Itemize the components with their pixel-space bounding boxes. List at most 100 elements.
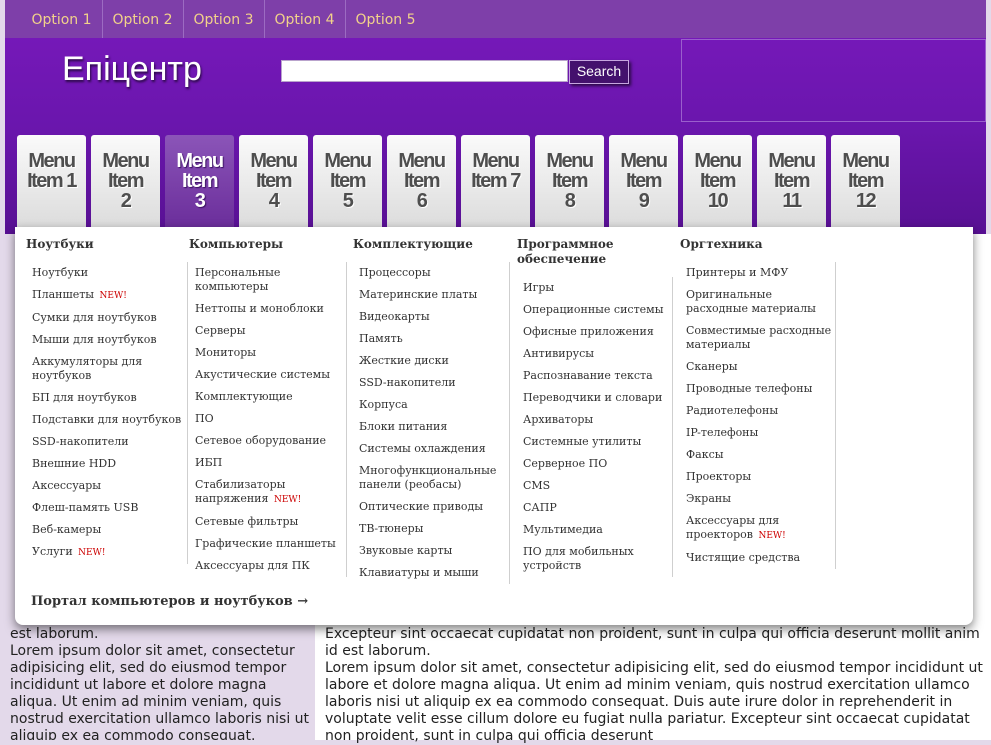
dropdown-item[interactable]: ПО: [195, 408, 346, 430]
dropdown-item[interactable]: Принтеры и МФУ: [686, 262, 835, 284]
top-option-2[interactable]: Option 2: [102, 0, 184, 38]
dropdown-item[interactable]: Экраны: [686, 488, 835, 510]
dropdown-item[interactable]: Звуковые карты: [359, 540, 509, 562]
dropdown-item[interactable]: Аккумуляторы для ноутбуков: [32, 351, 187, 387]
dropdown-item[interactable]: Стабилизаторы напряжения NEW!: [195, 474, 346, 511]
tab-menu-item-12[interactable]: Menu Item 12: [831, 135, 900, 227]
dropdown-item[interactable]: Проекторы: [686, 466, 835, 488]
dropdown-item-label: SSD-накопители: [359, 376, 456, 389]
dropdown-item[interactable]: Аксессуары для проекторов NEW!: [686, 510, 835, 547]
dropdown-item[interactable]: Внешние HDD: [32, 453, 187, 475]
dropdown-item[interactable]: Корпуса: [359, 394, 509, 416]
dropdown-item[interactable]: Персональные компьютеры: [195, 262, 346, 298]
dropdown-item[interactable]: Сетевое оборудование: [195, 430, 346, 452]
dropdown-item[interactable]: Мультимедиа: [523, 519, 672, 541]
dropdown-item[interactable]: Процессоры: [359, 262, 509, 284]
dropdown-item[interactable]: Оптические приводы: [359, 496, 509, 518]
dropdown-item[interactable]: ИБП: [195, 452, 346, 474]
tab-menu-item-1[interactable]: Menu Item 1: [17, 135, 86, 227]
tab-menu-item-3[interactable]: Menu Item 3: [165, 135, 234, 227]
tab-menu-item-6[interactable]: Menu Item 6: [387, 135, 456, 227]
dropdown-item[interactable]: Системные утилиты: [523, 431, 672, 453]
dropdown-item[interactable]: Радиотелефоны: [686, 400, 835, 422]
search-input[interactable]: [281, 60, 568, 82]
column-title[interactable]: Комплектующие: [353, 237, 510, 252]
dropdown-item[interactable]: САПР: [523, 497, 672, 519]
dropdown-item[interactable]: Мониторы: [195, 342, 346, 364]
dropdown-item[interactable]: Чистящие средства: [686, 547, 835, 569]
dropdown-item-label: Серверное ПО: [523, 457, 608, 470]
dropdown-item[interactable]: CMS: [523, 475, 672, 497]
dropdown-item-label: Факсы: [686, 448, 724, 461]
dropdown-item-label: БП для ноутбуков: [32, 391, 137, 404]
dropdown-item[interactable]: Сканеры: [686, 356, 835, 378]
dropdown-item[interactable]: Совместимые расходные материалы: [686, 320, 835, 356]
dropdown-item[interactable]: Видеокарты: [359, 306, 509, 328]
dropdown-item[interactable]: Распознавание текста: [523, 365, 672, 387]
dropdown-item[interactable]: Флеш-память USB: [32, 497, 187, 519]
dropdown-item[interactable]: Клавиатуры и мыши: [359, 562, 509, 584]
dropdown-item-label: Аксессуары для ПК: [195, 559, 310, 572]
dropdown-item[interactable]: Игры: [523, 277, 672, 299]
column-title[interactable]: Ноутбуки: [26, 237, 188, 252]
top-option-3[interactable]: Option 3: [183, 0, 265, 38]
portal-link[interactable]: Портал компьютеров и ноутбуков →: [31, 594, 308, 609]
dropdown-item[interactable]: БП для ноутбуков: [32, 387, 187, 409]
dropdown-item[interactable]: Операционные системы: [523, 299, 672, 321]
tab-menu-item-5[interactable]: Menu Item 5: [313, 135, 382, 227]
top-option-4[interactable]: Option 4: [264, 0, 346, 38]
dropdown-item[interactable]: Оригинальные расходные материалы: [686, 284, 835, 320]
dropdown-item[interactable]: IP-телефоны: [686, 422, 835, 444]
dropdown-item[interactable]: Серверы: [195, 320, 346, 342]
top-option-5[interactable]: Option 5: [345, 0, 426, 38]
dropdown-item-label: ТВ-тюнеры: [359, 522, 424, 535]
column-title[interactable]: Компьютеры: [189, 237, 347, 252]
dropdown-item[interactable]: Акустические системы: [195, 364, 346, 386]
site-logo[interactable]: Епіцентр: [62, 50, 202, 89]
tab-menu-item-2[interactable]: Menu Item 2: [91, 135, 160, 227]
dropdown-item[interactable]: ПО для мобильных устройств: [523, 541, 672, 577]
dropdown-item[interactable]: Планшеты NEW!: [32, 284, 187, 307]
column-title[interactable]: Оргтехника: [680, 237, 836, 252]
tab-menu-item-7[interactable]: Menu Item 7: [461, 135, 530, 227]
dropdown-item[interactable]: Подставки для ноутбуков: [32, 409, 187, 431]
dropdown-item[interactable]: Сумки для ноутбуков: [32, 307, 187, 329]
column-title[interactable]: Программное обеспечение: [517, 237, 673, 267]
dropdown-item[interactable]: Блоки питания: [359, 416, 509, 438]
search-button[interactable]: Search: [569, 60, 629, 84]
tab-menu-item-10[interactable]: Menu Item 10: [683, 135, 752, 227]
dropdown-item[interactable]: Неттопы и моноблоки: [195, 298, 346, 320]
dropdown-item[interactable]: Серверное ПО: [523, 453, 672, 475]
dropdown-item[interactable]: SSD-накопители: [359, 372, 509, 394]
dropdown-item[interactable]: Аксессуары для ПК: [195, 555, 346, 577]
top-option-1[interactable]: Option 1: [21, 0, 103, 38]
tab-menu-item-4[interactable]: Menu Item 4: [239, 135, 308, 227]
dropdown-item-label: Аккумуляторы для ноутбуков: [32, 355, 143, 382]
tab-menu-item-8[interactable]: Menu Item 8: [535, 135, 604, 227]
dropdown-item[interactable]: Комплектующие: [195, 386, 346, 408]
dropdown-item[interactable]: Веб-камеры: [32, 519, 187, 541]
dropdown-item[interactable]: Мыши для ноутбуков: [32, 329, 187, 351]
dropdown-item[interactable]: ТВ-тюнеры: [359, 518, 509, 540]
dropdown-item[interactable]: Аксессуары: [32, 475, 187, 497]
dropdown-item[interactable]: Материнские платы: [359, 284, 509, 306]
dropdown-item[interactable]: Архиваторы: [523, 409, 672, 431]
column-list: Принтеры и МФУ Оригинальные расходные мат…: [680, 262, 836, 569]
dropdown-item[interactable]: Графические планшеты: [195, 533, 346, 555]
dropdown-item[interactable]: Переводчики и словари: [523, 387, 672, 409]
dropdown-item[interactable]: Факсы: [686, 444, 835, 466]
dropdown-item[interactable]: Проводные телефоны: [686, 378, 835, 400]
tab-menu-item-9[interactable]: Menu Item 9: [609, 135, 678, 227]
dropdown-item[interactable]: Сетевые фильтры: [195, 511, 346, 533]
tab-label: Menu Item 4: [250, 150, 298, 212]
dropdown-item[interactable]: Память: [359, 328, 509, 350]
dropdown-item[interactable]: Услуги NEW!: [32, 541, 187, 564]
dropdown-item[interactable]: SSD-накопители: [32, 431, 187, 453]
dropdown-item[interactable]: Офисные приложения: [523, 321, 672, 343]
dropdown-item[interactable]: Ноутбуки: [32, 262, 187, 284]
dropdown-item[interactable]: Антивирусы: [523, 343, 672, 365]
tab-menu-item-11[interactable]: Menu Item 11: [757, 135, 826, 227]
dropdown-item[interactable]: Многофункциональные панели (реобасы): [359, 460, 509, 496]
dropdown-item[interactable]: Системы охлаждения: [359, 438, 509, 460]
dropdown-item[interactable]: Жесткие диски: [359, 350, 509, 372]
